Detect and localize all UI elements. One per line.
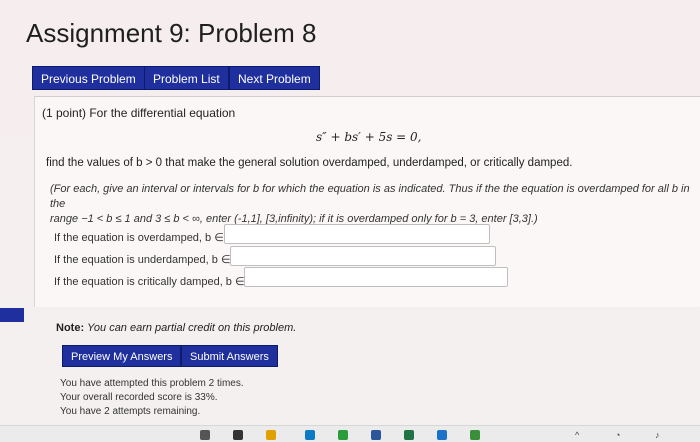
edge-icon[interactable] — [305, 430, 315, 440]
next-problem-button[interactable]: Next Problem — [229, 66, 320, 90]
submit-answers-button[interactable]: Submit Answers — [181, 345, 278, 367]
word-icon[interactable] — [371, 430, 381, 440]
note-text: You can earn partial credit on this prob… — [87, 322, 297, 334]
underdamped-answer-input[interactable] — [230, 246, 496, 266]
speaker-icon[interactable]: ♪ — [655, 430, 660, 440]
problem-question: find the values of b > 0 that make the g… — [46, 157, 573, 169]
green-app-icon[interactable] — [470, 430, 480, 440]
search-icon[interactable] — [200, 430, 210, 440]
note-label: Note: — [56, 322, 85, 334]
problem-list-button[interactable]: Problem List — [144, 66, 229, 90]
critically-damped-answer-input[interactable] — [244, 267, 508, 287]
critically-damped-label: If the equation is critically damped, b … — [54, 276, 245, 288]
score-status: Your overall recorded score is 33%. — [60, 392, 218, 403]
overdamped-label: If the equation is overdamped, b ∈ — [54, 232, 224, 244]
underdamped-label: If the equation is underdamped, b ∈ — [54, 254, 231, 266]
differential-equation: s″ + bs′ + 5s = 0, — [316, 130, 422, 144]
instructions-line-1: (For each, give an interval or intervals… — [50, 183, 690, 210]
chevron-up-icon[interactable]: ^ — [575, 430, 579, 440]
problem-intro: (1 point) For the differential equation — [42, 106, 236, 120]
taskbar: ^ ◔ ♪ — [0, 425, 700, 442]
page-title: Assignment 9: Problem 8 — [26, 18, 317, 48]
wifi-icon[interactable]: ◔ — [615, 430, 620, 440]
overdamped-answer-input[interactable] — [224, 224, 490, 244]
partial-credit-note: Note: You can earn partial credit on thi… — [56, 322, 296, 334]
remaining-status: You have 2 attempts remaining. — [60, 406, 201, 417]
excel-icon[interactable] — [404, 430, 414, 440]
preview-answers-button[interactable]: Preview My Answers — [62, 345, 182, 367]
side-marker — [0, 308, 24, 322]
chrome-icon[interactable] — [338, 430, 348, 440]
file-explorer-icon[interactable] — [266, 430, 276, 440]
previous-problem-button[interactable]: Previous Problem — [32, 66, 145, 90]
problem-instructions: (For each, give an interval or intervals… — [50, 182, 690, 227]
zoom-icon[interactable] — [437, 430, 447, 440]
attempts-status: You have attempted this problem 2 times. — [60, 378, 244, 389]
task-view-icon[interactable] — [233, 430, 243, 440]
